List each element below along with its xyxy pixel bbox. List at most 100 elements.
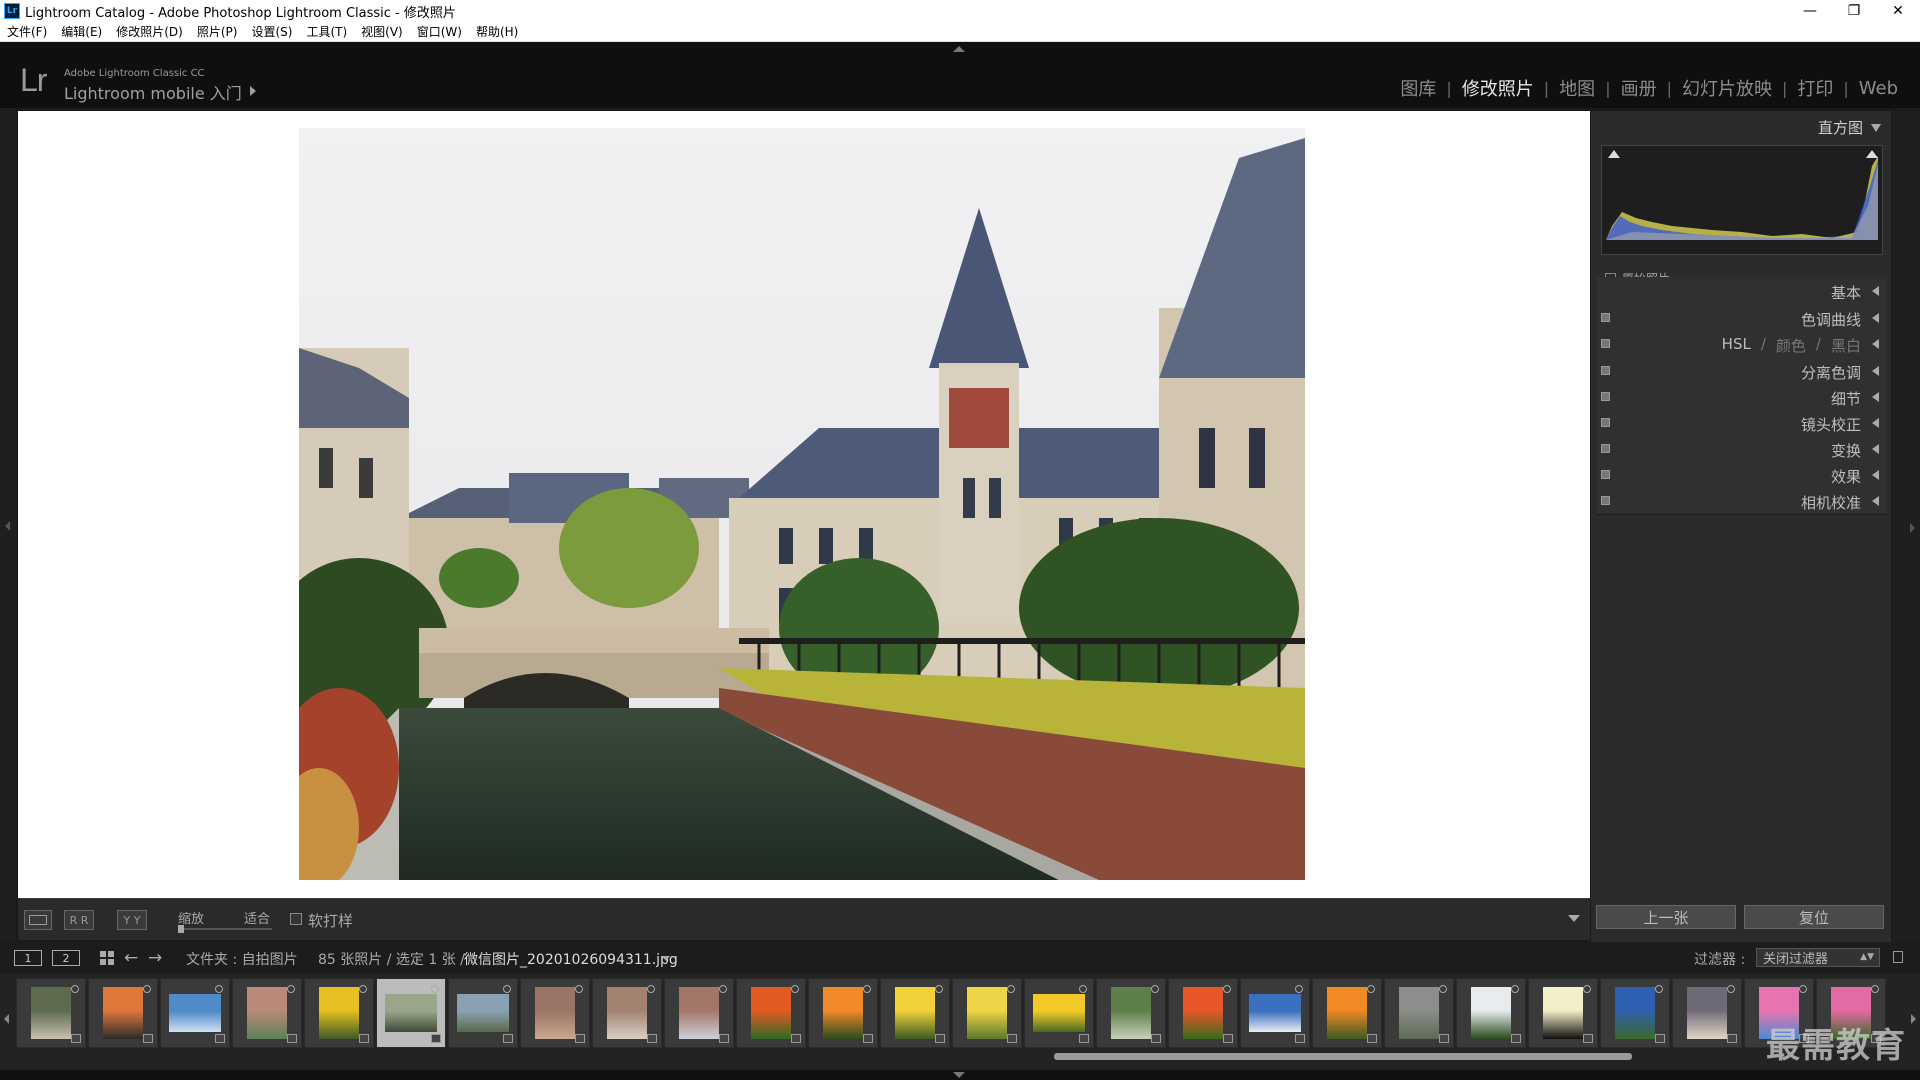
filmstrip-thumbnail[interactable] — [1528, 978, 1598, 1048]
bottom-panel-edge[interactable] — [0, 1070, 1920, 1080]
panel-transform-expand-icon[interactable] — [1872, 444, 1879, 454]
panel-hsl-expand-icon[interactable] — [1872, 339, 1879, 349]
filmstrip-thumbnail[interactable] — [448, 978, 518, 1048]
filmstrip-thumbnail[interactable] — [880, 978, 950, 1048]
filmstrip-thumbnail[interactable] — [1384, 978, 1454, 1048]
panel-split-toning[interactable]: 分离色调 — [1597, 357, 1887, 385]
quick-collection-icon[interactable] — [1655, 985, 1663, 993]
back-arrow-icon[interactable]: ← — [124, 948, 138, 968]
filmstrip-thumbnail[interactable] — [1672, 978, 1742, 1048]
panel-tone-curve-switch[interactable] — [1601, 313, 1610, 322]
quick-collection-icon[interactable] — [287, 985, 295, 993]
reset-button[interactable]: 复位 — [1744, 905, 1884, 929]
filmstrip-thumbnail[interactable] — [808, 978, 878, 1048]
quick-collection-icon[interactable] — [719, 985, 727, 993]
quick-collection-icon[interactable] — [1871, 985, 1879, 993]
panel-hsl-switch[interactable] — [1601, 339, 1610, 348]
panel-detail-expand-icon[interactable] — [1872, 392, 1879, 402]
folder-path[interactable]: 文件夹 : 自拍图片 — [186, 949, 298, 969]
collapse-bottom-panel-icon[interactable] — [953, 1072, 965, 1078]
filmstrip-thumbnail[interactable] — [664, 978, 734, 1048]
filmstrip-thumbnail[interactable] — [376, 978, 446, 1048]
filmstrip-thumbnail[interactable] — [736, 978, 806, 1048]
soft-proof-checkbox[interactable] — [290, 913, 302, 925]
filmstrip-thumbnail[interactable] — [1600, 978, 1670, 1048]
quick-collection-icon[interactable] — [1295, 985, 1303, 993]
menu-develop[interactable]: 修改照片(D) — [116, 23, 183, 40]
main-photo[interactable] — [299, 128, 1305, 880]
menu-tools[interactable]: 工具(T) — [306, 23, 347, 40]
filmstrip-thumbnail[interactable] — [1312, 978, 1382, 1048]
quick-collection-icon[interactable] — [215, 985, 223, 993]
panel-hsl[interactable]: HSL / 颜色 / 黑白 — [1597, 330, 1887, 358]
quick-collection-icon[interactable] — [1367, 985, 1375, 993]
module-library[interactable]: 图库 — [1390, 75, 1446, 101]
filter-lock-icon[interactable] — [1893, 951, 1903, 963]
previous-button[interactable]: 上一张 — [1596, 905, 1736, 929]
menu-view[interactable]: 视图(V) — [361, 23, 403, 40]
zoom-slider[interactable] — [178, 928, 272, 930]
module-book[interactable]: 画册 — [1611, 75, 1667, 101]
filmstrip-thumbnail[interactable] — [88, 978, 158, 1048]
quick-collection-icon[interactable] — [1511, 985, 1519, 993]
quick-collection-icon[interactable] — [791, 985, 799, 993]
filmstrip-thumbnail[interactable] — [1240, 978, 1310, 1048]
grid-view-icon[interactable] — [100, 951, 114, 965]
filmstrip-thumbnail[interactable] — [16, 978, 86, 1048]
quick-collection-icon[interactable] — [647, 985, 655, 993]
quick-collection-icon[interactable] — [863, 985, 871, 993]
menu-help[interactable]: 帮助(H) — [476, 23, 518, 40]
menu-window[interactable]: 窗口(W) — [417, 23, 462, 40]
quick-collection-icon[interactable] — [1007, 985, 1015, 993]
panel-basic-expand-icon[interactable] — [1872, 286, 1879, 296]
toolbar-content-menu-icon[interactable] — [1568, 915, 1580, 922]
filmstrip-thumbnail[interactable] — [1024, 978, 1094, 1048]
monitor-2-button[interactable]: 2 — [52, 950, 80, 966]
module-map[interactable]: 地图 — [1549, 75, 1605, 101]
image-canvas[interactable] — [18, 111, 1590, 898]
quick-collection-icon[interactable] — [503, 985, 511, 993]
quick-collection-icon[interactable] — [71, 985, 79, 993]
quick-collection-icon[interactable] — [359, 985, 367, 993]
panel-detail-switch[interactable] — [1601, 392, 1610, 401]
zoom-fit-label[interactable]: 适合 — [244, 908, 270, 927]
filmstrip-scrollbar-thumb[interactable] — [1054, 1053, 1632, 1060]
quick-collection-icon[interactable] — [1079, 985, 1087, 993]
quick-collection-icon[interactable] — [1223, 985, 1231, 993]
right-panel-edge[interactable] — [1892, 111, 1920, 942]
quick-collection-icon[interactable] — [1151, 985, 1159, 993]
quick-collection-icon[interactable] — [1799, 985, 1807, 993]
filmstrip-thumbnail[interactable] — [520, 978, 590, 1048]
panel-split-toning-expand-icon[interactable] — [1872, 366, 1879, 376]
module-develop[interactable]: 修改照片 — [1452, 75, 1544, 101]
filename-dropdown-icon[interactable] — [662, 956, 670, 961]
menu-settings[interactable]: 设置(S) — [251, 23, 292, 40]
collapse-top-panel-icon[interactable] — [953, 46, 965, 52]
close-icon[interactable]: ✕ — [1876, 0, 1920, 22]
quick-collection-icon[interactable] — [1583, 985, 1591, 993]
quick-collection-icon[interactable] — [143, 985, 151, 993]
restore-icon[interactable]: ❐ — [1832, 0, 1876, 22]
left-panel-collapsed[interactable] — [0, 108, 16, 942]
module-web[interactable]: Web — [1849, 78, 1908, 99]
tab-color[interactable]: 颜色 — [1776, 335, 1806, 356]
filmstrip-thumbnail[interactable] — [304, 978, 374, 1048]
panel-transform-switch[interactable] — [1601, 444, 1610, 453]
panel-camera-calibration[interactable]: 相机校准 — [1597, 487, 1887, 515]
filmstrip-thumbnail[interactable] — [1456, 978, 1526, 1048]
forward-arrow-icon[interactable]: → — [148, 948, 162, 968]
tab-bw[interactable]: 黑白 — [1831, 335, 1861, 356]
histogram-header[interactable]: 直方图 — [1818, 117, 1881, 138]
quick-collection-icon[interactable] — [431, 985, 439, 993]
module-slideshow[interactable]: 幻灯片放映 — [1672, 75, 1782, 101]
filmstrip-thumbnail[interactable] — [160, 978, 230, 1048]
filmstrip-thumbnail[interactable] — [1096, 978, 1166, 1048]
filmstrip-scroll-right-icon[interactable] — [1911, 1014, 1916, 1024]
panel-basic[interactable]: 基本 — [1597, 277, 1887, 305]
filmstrip-thumbnail[interactable] — [952, 978, 1022, 1048]
selected-filename[interactable]: 微信图片_20201026094311.jpg — [464, 949, 678, 969]
panel-lens-corrections[interactable]: 镜头校正 — [1597, 409, 1887, 437]
filmstrip-scroll-left-icon[interactable] — [4, 1014, 9, 1024]
histogram-collapse-icon[interactable] — [1871, 123, 1881, 132]
collapse-right-panel-icon[interactable] — [1910, 523, 1915, 533]
